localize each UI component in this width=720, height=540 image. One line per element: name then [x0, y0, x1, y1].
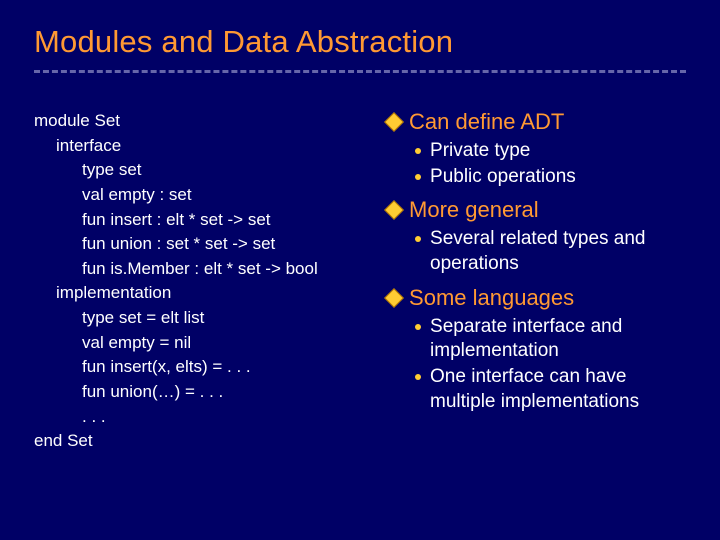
subbullet-list: Separate interface and implementation On…	[387, 315, 686, 415]
code-line: end Set	[34, 429, 373, 454]
diamond-icon	[384, 288, 404, 308]
bullet-group: More general Several related types and o…	[387, 197, 686, 276]
code-line: type set	[34, 158, 373, 183]
dot-icon	[415, 148, 421, 154]
subbullet-text: Several related types and operations	[430, 227, 686, 276]
bullet-group: Can define ADT Private type Public opera…	[387, 109, 686, 189]
diamond-icon	[384, 200, 404, 220]
subbullet-list: Several related types and operations	[387, 227, 686, 276]
code-block: module Set interface type set val empty …	[34, 109, 373, 454]
code-line: fun insert : elt * set -> set	[34, 208, 373, 233]
code-line: val empty = nil	[34, 331, 373, 356]
dot-icon	[415, 174, 421, 180]
bullet-heading: More general	[387, 197, 686, 223]
bullet-group: Some languages Separate interface and im…	[387, 285, 686, 415]
subbullet: Separate interface and implementation	[415, 315, 686, 364]
subbullet: Several related types and operations	[415, 227, 686, 276]
bullets-column: Can define ADT Private type Public opera…	[387, 109, 686, 423]
bullet-heading-text: Some languages	[409, 285, 574, 311]
code-line: . . .	[34, 405, 373, 430]
subbullet-text: One interface can have multiple implemen…	[430, 365, 686, 414]
dot-icon	[415, 374, 421, 380]
subbullet-list: Private type Public operations	[387, 139, 686, 189]
code-line: fun is.Member : elt * set -> bool	[34, 257, 373, 282]
code-line: implementation	[34, 281, 373, 306]
subbullet-text: Separate interface and implementation	[430, 315, 686, 364]
bullet-heading: Can define ADT	[387, 109, 686, 135]
subbullet: One interface can have multiple implemen…	[415, 365, 686, 414]
code-line: fun union : set * set -> set	[34, 232, 373, 257]
bullet-heading: Some languages	[387, 285, 686, 311]
code-line: val empty : set	[34, 183, 373, 208]
subbullet-text: Public operations	[430, 165, 686, 190]
code-line: module Set	[34, 109, 373, 134]
divider	[34, 70, 686, 73]
slide-title: Modules and Data Abstraction	[34, 24, 686, 60]
dot-icon	[415, 324, 421, 330]
diamond-icon	[384, 112, 404, 132]
code-line: fun union(…) = . . .	[34, 380, 373, 405]
bullet-heading-text: Can define ADT	[409, 109, 564, 135]
code-line: type set = elt list	[34, 306, 373, 331]
subbullet: Private type	[415, 139, 686, 164]
code-line: interface	[34, 134, 373, 159]
dot-icon	[415, 236, 421, 242]
content-columns: module Set interface type set val empty …	[34, 91, 686, 454]
code-line: fun insert(x, elts) = . . .	[34, 355, 373, 380]
bullet-heading-text: More general	[409, 197, 539, 223]
subbullet: Public operations	[415, 165, 686, 190]
subbullet-text: Private type	[430, 139, 686, 164]
